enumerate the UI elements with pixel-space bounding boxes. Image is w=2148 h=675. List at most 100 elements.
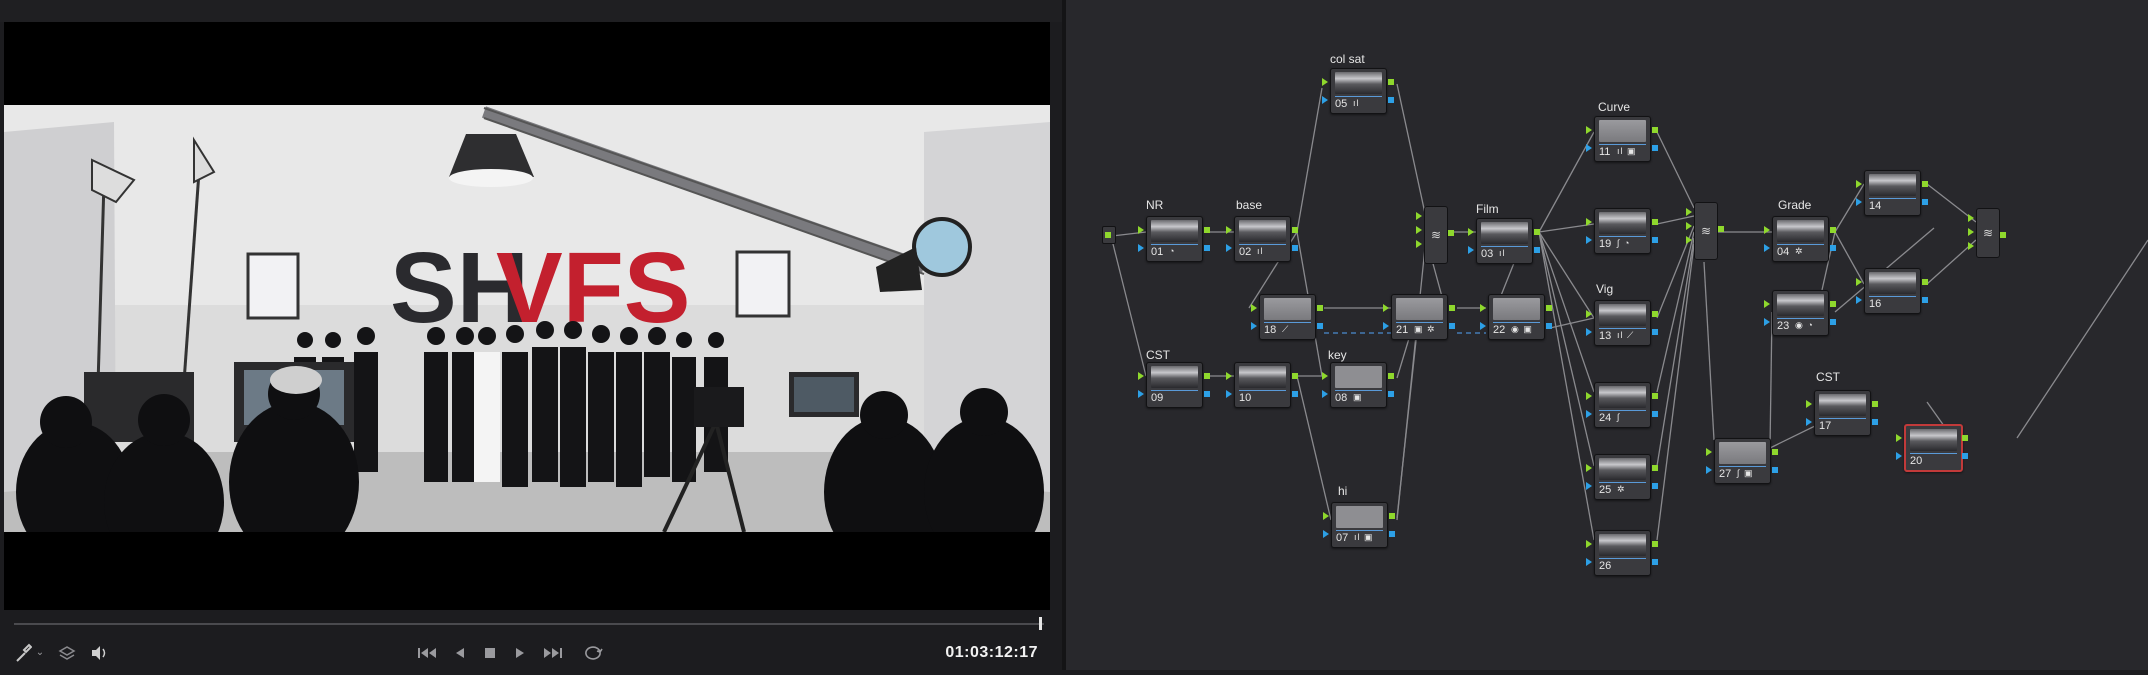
mixer-input[interactable] (1686, 222, 1692, 230)
node-rgb-output[interactable] (1962, 435, 1968, 441)
node-rgb-input[interactable] (1586, 464, 1592, 472)
node-rgb-output[interactable] (1546, 305, 1552, 311)
node-rgb-input[interactable] (1468, 228, 1474, 236)
node-27[interactable]: 27 ∫ ▣ (1714, 438, 1771, 484)
chevron-down-icon[interactable]: ⌄ (34, 640, 46, 666)
node-key-output[interactable] (1772, 467, 1778, 473)
node-key-input[interactable] (1322, 96, 1328, 104)
node-rgb-input[interactable] (1856, 180, 1862, 188)
node-key-input[interactable] (1586, 482, 1592, 490)
node-rgb-input[interactable] (1226, 372, 1232, 380)
node-07[interactable]: 07 ıl ▣ (1331, 502, 1388, 548)
node-rgb-input[interactable] (1251, 304, 1257, 312)
node-rgb-input[interactable] (1138, 372, 1144, 380)
node-key-output[interactable] (1652, 145, 1658, 151)
node-rgb-input[interactable] (1764, 300, 1770, 308)
node-rgb-input[interactable] (1480, 304, 1486, 312)
node-key-output[interactable] (1388, 391, 1394, 397)
node-rgb-input[interactable] (1586, 126, 1592, 134)
node-rgb-input[interactable] (1586, 310, 1592, 318)
node-17[interactable]: 17 (1814, 390, 1871, 436)
node-key-input[interactable] (1586, 328, 1592, 336)
node-26[interactable]: 26 (1594, 530, 1651, 576)
node-10[interactable]: 10 (1234, 362, 1291, 408)
node-02[interactable]: 02 ıl (1234, 216, 1291, 262)
node-rgb-output[interactable] (1830, 301, 1836, 307)
node-key-output[interactable] (1922, 297, 1928, 303)
node-key-input[interactable] (1586, 236, 1592, 244)
node-rgb-input[interactable] (1856, 278, 1862, 286)
node-key-output[interactable] (1204, 245, 1210, 251)
node-rgb-output[interactable] (1772, 449, 1778, 455)
node-key-output[interactable] (1652, 483, 1658, 489)
node-key-input[interactable] (1764, 318, 1770, 326)
node-rgb-output[interactable] (1830, 227, 1836, 233)
node-14[interactable]: 14 (1864, 170, 1921, 216)
node-key-input[interactable] (1138, 390, 1144, 398)
node-key-input[interactable] (1806, 418, 1812, 426)
node-key-output[interactable] (1872, 419, 1878, 425)
node-rgb-input[interactable] (1706, 448, 1712, 456)
node-key-input[interactable] (1706, 466, 1712, 474)
node-key-output[interactable] (1830, 245, 1836, 251)
mixer-input[interactable] (1416, 240, 1422, 248)
mixer-input[interactable] (1968, 228, 1974, 236)
node-key-output[interactable] (1652, 329, 1658, 335)
node-key-input[interactable] (1586, 144, 1592, 152)
node-rgb-output[interactable] (1204, 227, 1210, 233)
node-key-output[interactable] (1962, 453, 1968, 459)
node-rgb-output[interactable] (1652, 393, 1658, 399)
node-rgb-output[interactable] (1922, 181, 1928, 187)
node-key-output[interactable] (1204, 391, 1210, 397)
skip-to-start-icon[interactable] (414, 640, 440, 666)
node-rgb-input[interactable] (1586, 218, 1592, 226)
playhead[interactable] (1039, 617, 1042, 630)
node-rgb-output[interactable] (1872, 401, 1878, 407)
node-rgb-output[interactable] (1652, 465, 1658, 471)
node-key-input[interactable] (1586, 410, 1592, 418)
node-key-output[interactable] (1652, 411, 1658, 417)
node-key-input[interactable] (1586, 558, 1592, 566)
node-rgb-output[interactable] (1389, 513, 1395, 519)
node-key-input[interactable] (1226, 244, 1232, 252)
timeline-scrubber[interactable] (14, 623, 1044, 625)
speaker-icon[interactable] (88, 640, 110, 666)
node-rgb-output[interactable] (1292, 373, 1298, 379)
node-rgb-output[interactable] (1534, 229, 1540, 235)
node-key-input[interactable] (1251, 322, 1257, 330)
node-key-output[interactable] (1830, 319, 1836, 325)
node-24[interactable]: 24 ∫ (1594, 382, 1651, 428)
node-key-output[interactable] (1652, 559, 1658, 565)
node-key-output[interactable] (1546, 323, 1552, 329)
node-rgb-output[interactable] (1292, 227, 1298, 233)
node-key-output[interactable] (1389, 531, 1395, 537)
node-23[interactable]: 23 ◉ ◔ (1772, 290, 1829, 336)
mixer-output[interactable] (1448, 230, 1454, 236)
node-key-output[interactable] (1922, 199, 1928, 205)
mixer-input[interactable] (1968, 242, 1974, 250)
skip-to-end-icon[interactable] (540, 640, 566, 666)
node-key-output[interactable] (1652, 237, 1658, 243)
node-rgb-input[interactable] (1322, 78, 1328, 86)
mixer-output[interactable] (2000, 232, 2006, 238)
node-key-input[interactable] (1323, 530, 1329, 538)
node-18[interactable]: 18 ⟋ (1259, 294, 1316, 340)
node-key-input[interactable] (1480, 322, 1486, 330)
node-rgb-output[interactable] (1652, 311, 1658, 317)
node-20[interactable]: 20 (1904, 424, 1963, 472)
node-rgb-output[interactable] (1652, 219, 1658, 225)
node-key-input[interactable] (1896, 452, 1902, 460)
node-04[interactable]: 04 ✲ (1772, 216, 1829, 262)
layer-mixer-node-3[interactable]: ≋ (1976, 208, 2000, 258)
node-rgb-output[interactable] (1388, 373, 1394, 379)
node-16[interactable]: 16 (1864, 268, 1921, 314)
node-rgb-output[interactable] (1652, 127, 1658, 133)
node-rgb-input[interactable] (1586, 392, 1592, 400)
node-key-input[interactable] (1383, 322, 1389, 330)
node-01[interactable]: 01 ◔ (1146, 216, 1203, 262)
node-key-output[interactable] (1292, 245, 1298, 251)
node-rgb-input[interactable] (1586, 540, 1592, 548)
node-13[interactable]: 13 ıl ⟋ (1594, 300, 1651, 346)
mixer-output[interactable] (1718, 226, 1724, 232)
node-rgb-input[interactable] (1323, 512, 1329, 520)
